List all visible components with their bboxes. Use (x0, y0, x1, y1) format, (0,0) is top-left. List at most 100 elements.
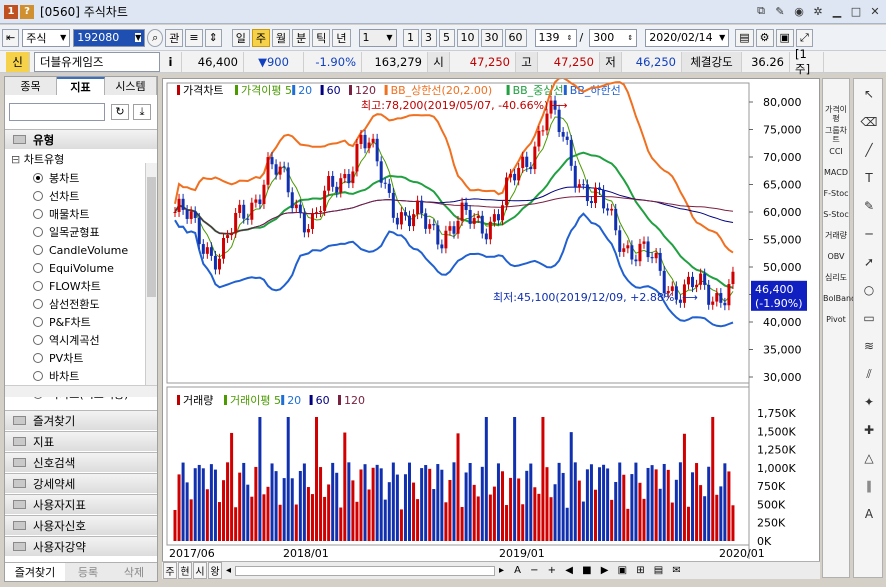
bottom-tab[interactable]: 현 (178, 562, 192, 579)
chart-type-item[interactable]: FLOW차트 (5, 277, 145, 295)
cross-icon[interactable]: ✚ (859, 421, 879, 439)
indicator-shortcut[interactable]: 심리도 (823, 273, 849, 282)
radio-icon[interactable] (33, 173, 43, 183)
indicator-shortcut[interactable]: 그룹차트 (823, 126, 849, 144)
scroll-right-icon[interactable]: ▸ (499, 565, 504, 576)
tab-system[interactable]: 시스템 (105, 77, 157, 95)
chart-type-item[interactable]: 역시계곡선 (5, 331, 145, 349)
save-icon[interactable]: ▣ (775, 28, 794, 47)
radio-icon[interactable] (33, 245, 43, 255)
indicator-shortcut[interactable]: S-Stoc (823, 210, 849, 219)
indicator-shortcut[interactable]: MACD (823, 168, 849, 177)
period-tab[interactable]: 월 (272, 28, 291, 47)
text-icon[interactable]: T (859, 169, 879, 187)
period-tab[interactable]: 주 (251, 28, 271, 47)
radio-icon[interactable] (33, 371, 43, 381)
period-tab[interactable]: 분 (292, 28, 311, 47)
download-icon[interactable]: ⤓ (133, 104, 151, 120)
chart-type-item[interactable]: EquiVolume (5, 259, 145, 277)
chart-type-item[interactable]: 삼선전환도 (5, 295, 145, 313)
period-tab[interactable]: 일 (231, 28, 250, 47)
radio-icon[interactable] (33, 281, 43, 291)
interval-select[interactable]: 1 ▼ (358, 28, 397, 47)
interval-button[interactable]: 3 (420, 28, 437, 47)
indicator-shortcut[interactable]: 가격이평 (823, 105, 849, 123)
list-icon[interactable]: ≡ (185, 28, 203, 47)
bottom-tab[interactable]: 왕 (208, 562, 222, 579)
tab-indicator[interactable]: 지표 (57, 77, 105, 95)
refresh-icon[interactable]: ↻ (111, 104, 129, 120)
chart-type-item[interactable]: P&F차트 (5, 313, 145, 331)
pointer-icon[interactable]: ↖ (859, 85, 879, 103)
eraser-icon[interactable]: ⌫ (859, 113, 879, 131)
search-icon[interactable]: ⌕ (147, 28, 164, 47)
chart-type-item[interactable]: 일목균형표 (5, 223, 145, 241)
circle-icon[interactable]: ○ (859, 281, 879, 299)
group-folder[interactable]: 신호검색 (5, 452, 157, 472)
indicator-search-input[interactable] (9, 103, 105, 121)
close-icon[interactable]: ✕ (868, 4, 882, 18)
pencil-icon[interactable]: ✎ (859, 197, 879, 215)
maximize-icon[interactable]: □ (849, 4, 863, 18)
count-input[interactable]: 139 ⇕ (534, 28, 577, 47)
expand-icon[interactable]: ⤢ (795, 28, 813, 47)
interval-button[interactable]: 30 (480, 28, 503, 47)
zoom-controls-icon[interactable]: A − + ◀ ■ ▶ ▣ ⊞ ▤ ✉ (514, 565, 684, 576)
stepper-icon[interactable]: ⇕ (204, 28, 222, 47)
memo-icon[interactable]: ✎ (773, 4, 787, 18)
trendline-icon[interactable]: ╱ (859, 141, 879, 159)
group-folder[interactable]: 사용자강약 (5, 536, 157, 556)
camera-icon[interactable]: ◉ (792, 4, 806, 18)
gear-icon[interactable]: ✲ (811, 4, 825, 18)
line-icon[interactable]: ─ (859, 225, 879, 243)
group-folder[interactable]: 지표 (5, 431, 157, 451)
chart-scrollbar[interactable] (235, 565, 496, 576)
link-icon[interactable]: ⧉ (754, 4, 768, 18)
scroll-thumb[interactable] (147, 177, 156, 297)
stock-code-input[interactable]: 192080 ▼ (73, 28, 146, 47)
interval-button[interactable]: 10 (456, 28, 479, 47)
bottom-tab[interactable]: 주 (163, 562, 177, 579)
group-folder[interactable]: 즐겨찾기 (5, 410, 157, 430)
list-scrollbar[interactable] (145, 163, 157, 385)
total-input[interactable]: 300 ⇕ (589, 28, 638, 47)
radio-icon[interactable] (33, 191, 43, 201)
indicator-shortcut[interactable]: F-Stoc (823, 189, 849, 198)
market-select[interactable]: 주식 ▼ (22, 28, 71, 47)
channel-icon[interactable]: ⫽ (859, 365, 879, 383)
tab-stock[interactable]: 종목 (5, 77, 57, 95)
bottom-tab[interactable]: 시 (193, 562, 207, 579)
register-button[interactable]: 등록 (65, 563, 111, 581)
group-folder[interactable]: 사용자신호 (5, 515, 157, 535)
group-type[interactable]: 유형 (5, 129, 157, 149)
arrow-icon[interactable]: ➚ (859, 253, 879, 271)
radio-icon[interactable] (33, 335, 43, 345)
triangle-icon[interactable]: △ (859, 449, 879, 467)
delete-button[interactable]: 삭제 (111, 563, 157, 581)
prev-arrow-icon[interactable]: ⇤ (2, 28, 20, 47)
radio-icon[interactable] (33, 353, 43, 363)
group-folder[interactable]: 사용자지표 (5, 494, 157, 514)
chart-type-item[interactable]: 봉차트 (5, 169, 145, 187)
kwan-button[interactable]: 관 (165, 28, 184, 47)
period-tab[interactable]: 년 (332, 28, 351, 47)
chart-type-item[interactable]: 바차트 (5, 367, 145, 385)
chart-icon[interactable]: ▤ (735, 28, 754, 47)
fibo-icon[interactable]: ≋ (859, 337, 879, 355)
tree-root[interactable]: ⊟ 차트유형 (11, 151, 64, 167)
minimize-icon[interactable]: ▁ (830, 4, 844, 18)
interval-button[interactable]: 5 (438, 28, 455, 47)
chart-type-item[interactable]: 선차트 (5, 187, 145, 205)
price-chart-svg[interactable]: 80,000 75,000 70,000 65,000 60,000 55,000 50,0… (163, 79, 819, 561)
indicator-shortcut[interactable]: 거래량 (823, 231, 849, 240)
chart-type-item[interactable]: 매물차트 (5, 205, 145, 223)
radio-icon[interactable] (33, 209, 43, 219)
scroll-left-icon[interactable]: ◂ (226, 565, 231, 576)
parallel-icon[interactable]: ∥ (859, 477, 879, 495)
radio-icon[interactable] (33, 227, 43, 237)
chart-type-item[interactable]: PV차트 (5, 349, 145, 367)
indicator-shortcut[interactable]: Pivot (823, 315, 849, 324)
period-tab[interactable]: 틱 (312, 28, 331, 47)
gann-icon[interactable]: ✦ (859, 393, 879, 411)
info-icon[interactable]: i (160, 51, 182, 72)
